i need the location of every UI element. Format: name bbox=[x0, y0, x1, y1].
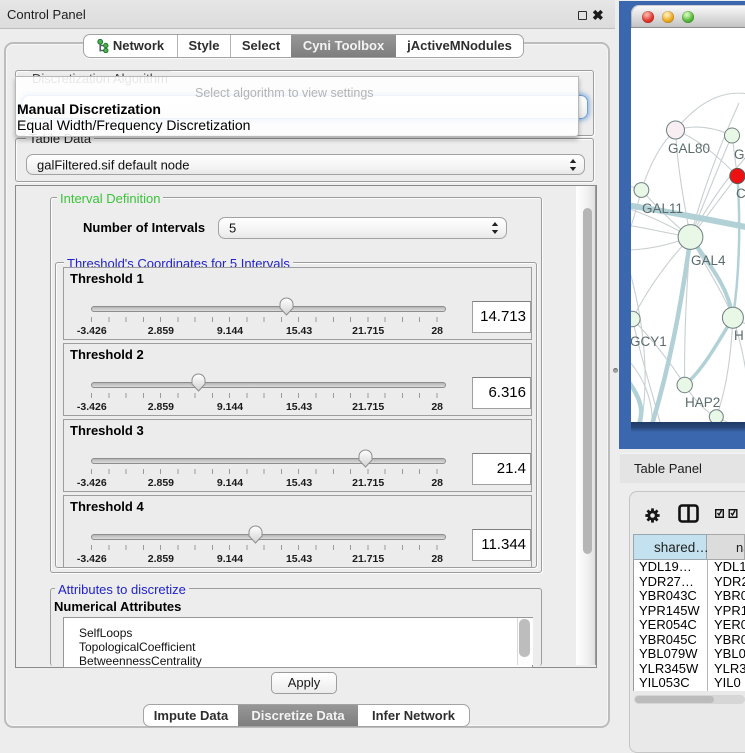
svg-text:GCY1: GCY1 bbox=[631, 334, 667, 349]
svg-text:GAL4: GAL4 bbox=[691, 253, 726, 268]
svg-text:H: H bbox=[734, 328, 744, 343]
svg-text:C: C bbox=[736, 186, 745, 201]
svg-text:HAP2: HAP2 bbox=[685, 395, 720, 410]
svg-text:GAL80: GAL80 bbox=[668, 141, 710, 156]
svg-text:GAL11: GAL11 bbox=[642, 201, 683, 216]
svg-text:GA: GA bbox=[734, 147, 745, 162]
